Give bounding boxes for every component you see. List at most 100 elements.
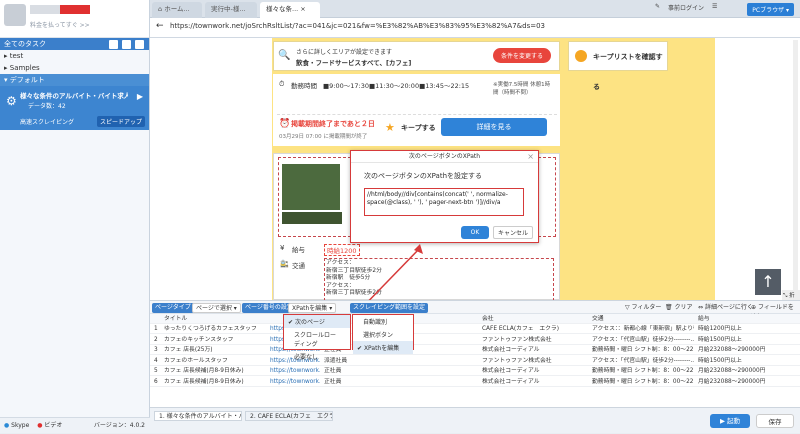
- plan-badge[interactable]: [60, 5, 90, 14]
- config-toolbar: ページタイプ ページで選択 ▾ ページ番号の設定 XPathを編集 ▾ スクレイ…: [150, 300, 800, 321]
- table-cell: カフェ 店長(25万): [164, 347, 213, 353]
- trash-icon: 🗑: [665, 304, 675, 311]
- video-link[interactable]: ビデオ: [44, 422, 62, 429]
- keep-list-card[interactable]: キープリストを確認する: [568, 41, 668, 91]
- table-cell: 株式会社コーディアル: [482, 368, 540, 374]
- menu-item-next-page[interactable]: ✔ 次のページ: [284, 315, 350, 328]
- data-tab-2[interactable]: 2. CAFE ECLA(カフェ エクラ): [245, 411, 333, 421]
- pc-browser-button[interactable]: PCブラウザ ▾: [747, 3, 794, 16]
- scrape-range-button[interactable]: スクレイピング範囲を設定: [350, 303, 429, 313]
- save-button[interactable]: 保存: [756, 414, 794, 428]
- close-icon[interactable]: ×: [527, 152, 534, 161]
- table-cell: https://townwork.net/viewjob/jobid_82369…: [270, 378, 320, 385]
- skype-link[interactable]: Skype: [11, 422, 29, 429]
- new-task-icon[interactable]: [109, 40, 118, 49]
- column-header[interactable]: タイトル: [164, 314, 187, 323]
- task-item[interactable]: ⚙ 様々な条件のアルバイト・バイト求人情報... データ数：42 高速スクレイピ…: [0, 86, 149, 130]
- tab-running[interactable]: 実行中-様...: [205, 2, 257, 18]
- menu-item-auto[interactable]: 自動識別: [353, 315, 413, 328]
- back-icon[interactable]: ←: [156, 21, 164, 31]
- tab-label: ホーム...: [164, 5, 190, 13]
- bottom-bar: 1. 様々な条件のアルバイト・バイ... 2. CAFE ECLA(カフェ エク…: [150, 407, 800, 433]
- table-cell: 正社員: [324, 378, 342, 385]
- page-select-label: ページで選択: [196, 305, 232, 312]
- tab-current[interactable]: 様々な条... ×: [260, 2, 320, 18]
- speedup-button[interactable]: スピードアップ: [96, 116, 145, 127]
- group-default[interactable]: ▾ デフォルト: [0, 74, 149, 86]
- column-header[interactable]: 給与: [698, 314, 710, 323]
- url-text[interactable]: https://townwork.net/joSrchRsltList/?ac=…: [170, 22, 545, 30]
- row-number: 1: [154, 326, 158, 332]
- xpath-edit-dropdown[interactable]: XPathを編集 ▾: [288, 303, 337, 313]
- scroll-top-button[interactable]: ↑: [755, 269, 781, 295]
- job-card: ⏱ 勤務時間 ■9:00～17:30■11:30～20:00■13:45～22:…: [273, 74, 560, 146]
- video-icon: ●: [37, 422, 43, 429]
- tab-home[interactable]: ⌂ ホーム...: [152, 2, 202, 18]
- menu-item-xpath-edit[interactable]: ✔ XPathを編集: [353, 341, 413, 354]
- page-type-label: ページタイプ: [152, 303, 194, 313]
- all-tasks-label: 全てのタスク: [4, 40, 46, 48]
- task-name: 様々な条件のアルバイト・バイト求人情報...: [20, 92, 128, 100]
- avatar[interactable]: [4, 4, 26, 26]
- table-cell: アクセス：：新都心線「東新宿」駅より徒...: [592, 326, 694, 332]
- salary-label: 給与: [292, 246, 305, 254]
- column-header[interactable]: 会社: [482, 314, 494, 323]
- plus-icon: ⊕: [751, 304, 758, 311]
- table-cell: 株式会社コーディアル: [482, 347, 540, 353]
- detail-button[interactable]: 詳細を見る: [441, 118, 547, 136]
- export-icon[interactable]: [135, 40, 144, 49]
- account-link[interactable]: 事前ログイン: [668, 3, 704, 12]
- edit-icon[interactable]: ✎: [655, 3, 660, 10]
- ok-button[interactable]: OK: [461, 226, 489, 239]
- add-field-button[interactable]: ⊕ フィールドを追加: [748, 303, 800, 321]
- yen-icon: ¥: [280, 244, 285, 252]
- table-cell: 正社員: [324, 368, 342, 374]
- menu-item-label: XPathを編集: [363, 345, 400, 352]
- table-row[interactable]: 1ゆったりくつろげるカフェスタッフhttps://townwork.net/..…: [150, 324, 800, 334]
- xpath-textarea[interactable]: //html/body//div[contains(concat(' ', no…: [364, 188, 524, 216]
- account-header: 料金を払ってすぐ >>: [0, 0, 149, 38]
- group-samples[interactable]: ▸ Samples: [0, 62, 149, 74]
- cancel-button[interactable]: キャンセル: [493, 226, 533, 239]
- skype-icon: ●: [4, 422, 10, 429]
- table-row[interactable]: 5 カフェ 店長候補(月8-9日休み) https://townwork.net/v…: [150, 366, 800, 376]
- deadline-text: 掲載期間終了まであと２日: [291, 120, 375, 128]
- settings-icon[interactable]: ☰: [712, 3, 717, 10]
- xpath-dialog: 次のページボタンのXPath × 次のページボタンのXPathを設定する //h…: [350, 150, 539, 243]
- menu-item-select-button[interactable]: 選択ボタン: [353, 328, 413, 341]
- row-number: 4: [154, 357, 158, 364]
- table-row[interactable]: 3カフェ 店長(25万)https://townwork.net/viewjob…: [150, 345, 800, 355]
- table-cell: カフェ 店長候補(月8-9日休み): [164, 368, 244, 374]
- table-row[interactable]: 2カフェのキッチンスタッフhttps://townwork.net/viewjo…: [150, 335, 800, 345]
- promo-link[interactable]: 料金を払ってすぐ >>: [30, 20, 90, 29]
- table-row[interactable]: 4カフェのホールスタッフhttps://townwork.net/viewjob…: [150, 356, 800, 366]
- clear-button[interactable]: 🗑 クリア: [662, 303, 696, 313]
- keep-button[interactable]: キープする: [401, 123, 436, 133]
- play-icon[interactable]: ▶: [137, 92, 143, 101]
- page-select-dropdown[interactable]: ページで選択 ▾: [192, 303, 241, 313]
- data-tab-1[interactable]: 1. 様々な条件のアルバイト・バイ...: [154, 411, 242, 421]
- column-header[interactable]: 交通: [592, 314, 604, 323]
- xpath-mode-menu: 自動識別 選択ボタン ✔ XPathを編集: [352, 314, 414, 354]
- address-bar[interactable]: ← https://townwork.net/joSrchRsltList/?a…: [150, 18, 800, 38]
- close-icon[interactable]: ×: [300, 5, 305, 13]
- import-icon[interactable]: [122, 40, 131, 49]
- group-test[interactable]: ▸ test: [0, 50, 149, 62]
- detail-page-button[interactable]: ⇔ 詳細ページに行く: [695, 303, 756, 313]
- change-condition-button[interactable]: 条件を変更する: [492, 48, 551, 63]
- table-cell: カフェのキッチンスタッフ: [164, 336, 234, 343]
- start-button[interactable]: ▶ 起動: [710, 414, 750, 428]
- page-scrollbar[interactable]: [793, 40, 798, 290]
- filter-button[interactable]: ▽ フィルター: [622, 303, 664, 313]
- star-icon[interactable]: ★: [385, 121, 395, 134]
- table-row[interactable]: 6 カフェ 店長候補(月8-9日休み) https://townwork.net/v…: [150, 377, 800, 387]
- keep-badge-icon: [575, 50, 587, 62]
- menu-item-scroll-loading[interactable]: スクロールローディング: [284, 328, 350, 350]
- table-cell: カフェのホールスタッフ: [164, 357, 228, 364]
- menu-item-none[interactable]: 必要なし: [284, 350, 350, 363]
- group-label: test: [9, 52, 24, 60]
- table-cell: 時給1500円以上: [698, 336, 742, 343]
- page-band-right: [565, 38, 715, 300]
- alarm-icon: ⏰: [279, 119, 291, 129]
- robot-icon: ⚙: [6, 94, 17, 108]
